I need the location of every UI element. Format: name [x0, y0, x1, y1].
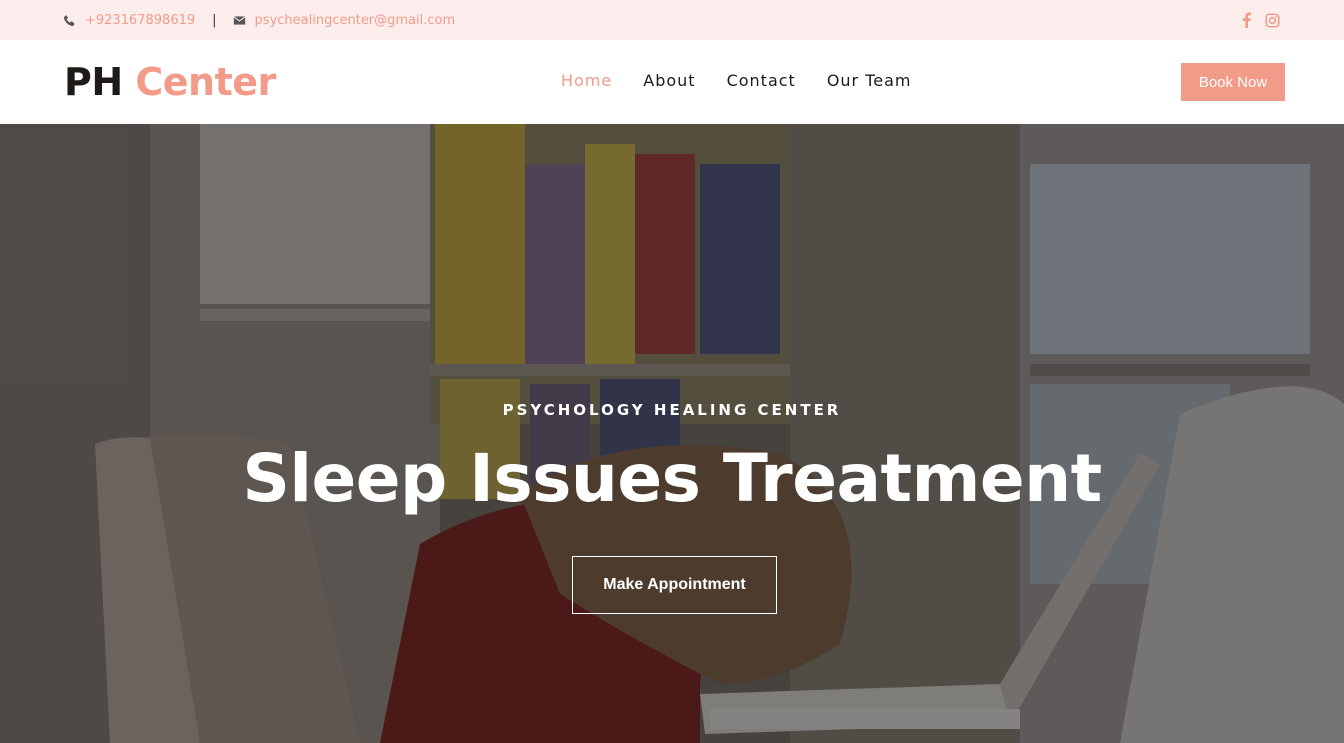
- book-now-button[interactable]: Book Now: [1181, 63, 1285, 101]
- site-logo[interactable]: PH Center: [64, 59, 276, 105]
- phone-icon: [63, 14, 76, 27]
- nav-about[interactable]: About: [643, 70, 695, 92]
- nav-our-team[interactable]: Our Team: [827, 70, 912, 92]
- logo-center: Center: [135, 60, 276, 104]
- contact-info: +923167898619 | psychealingcenter@gmail.…: [63, 0, 455, 40]
- social-links: [1242, 0, 1280, 40]
- separator: |: [212, 12, 217, 28]
- main-nav: Home About Contact Our Team: [561, 70, 912, 92]
- phone-number[interactable]: +923167898619: [85, 13, 195, 28]
- hero-eyebrow: PSYCHOLOGY HEALING CENTER: [502, 401, 842, 419]
- make-appointment-button[interactable]: Make Appointment: [572, 556, 777, 614]
- envelope-icon: [233, 14, 246, 27]
- email-address[interactable]: psychealingcenter@gmail.com: [255, 13, 456, 28]
- nav-contact[interactable]: Contact: [727, 70, 796, 92]
- facebook-icon[interactable]: [1242, 12, 1251, 28]
- site-header: PH Center Home About Contact Our Team Bo…: [0, 40, 1344, 124]
- hero-title: Sleep Issues Treatment: [242, 440, 1102, 517]
- nav-home[interactable]: Home: [561, 70, 612, 92]
- logo-ph: PH: [64, 60, 123, 104]
- hero-section: PSYCHOLOGY HEALING CENTER Sleep Issues T…: [0, 124, 1344, 743]
- instagram-icon[interactable]: [1265, 12, 1280, 28]
- top-bar: +923167898619 | psychealingcenter@gmail.…: [0, 0, 1344, 40]
- hero-overlay: [0, 124, 1344, 743]
